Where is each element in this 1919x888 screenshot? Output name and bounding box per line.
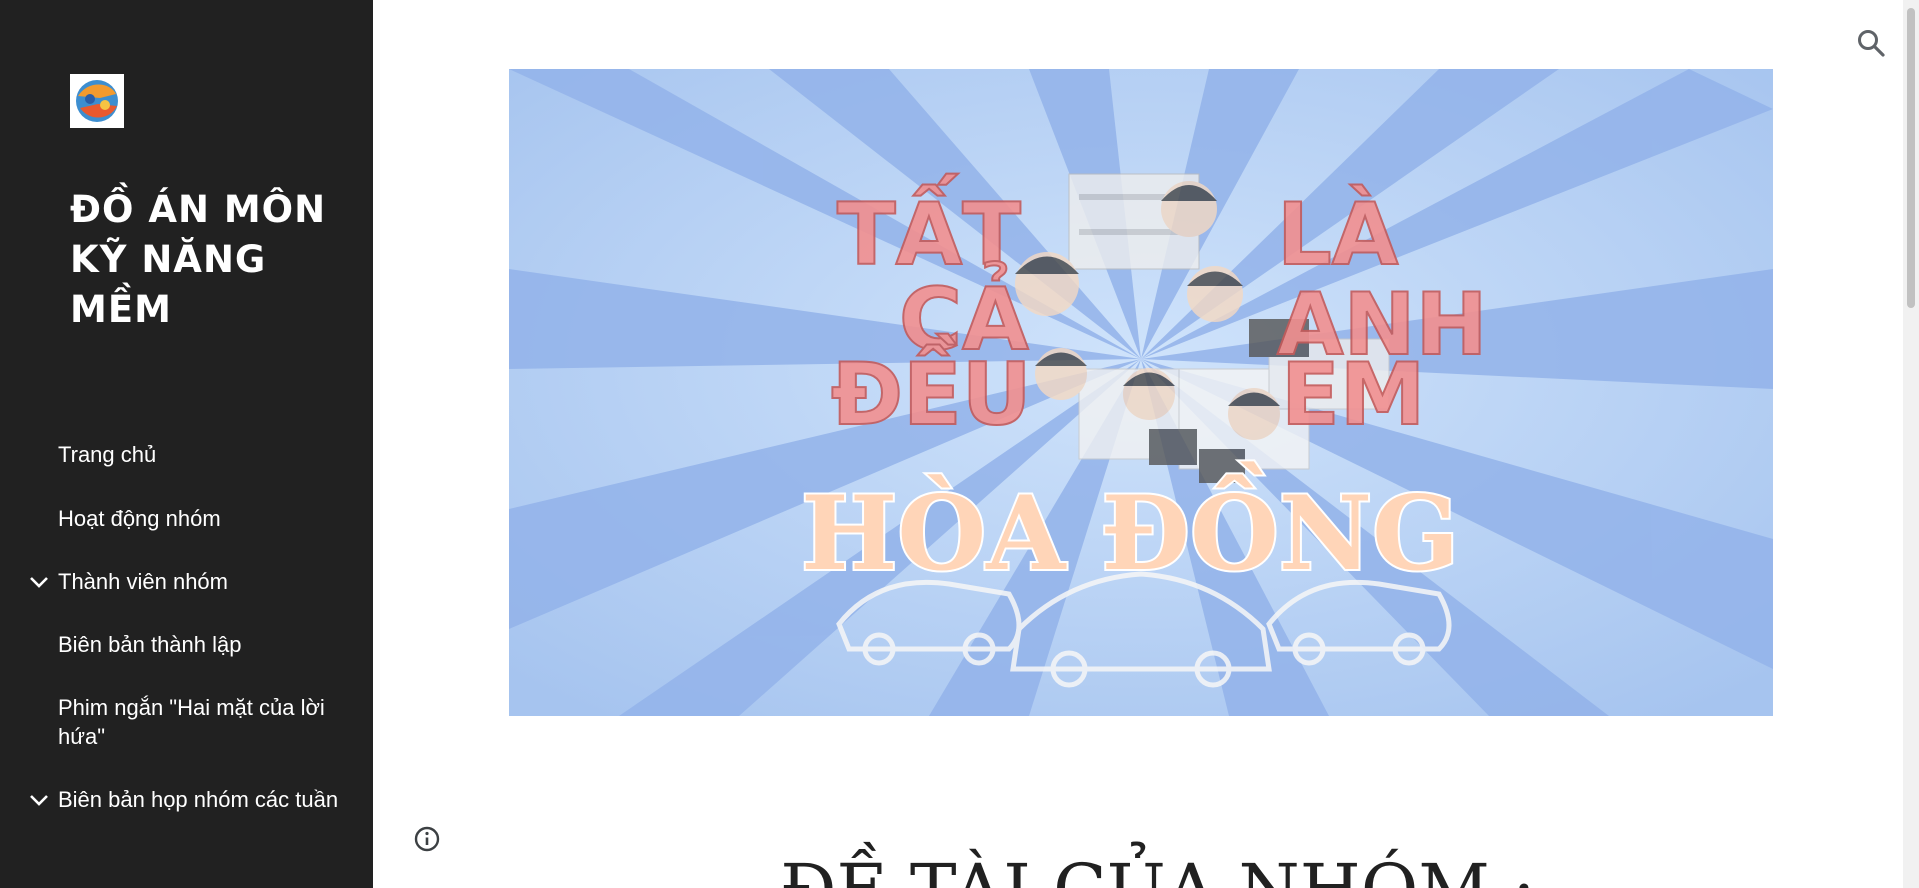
nav-item-label: Phim ngắn "Hai mặt của lời hứa" <box>58 695 325 749</box>
nav-item-bien-ban-hop-nhom[interactable]: Biên bản họp nhóm các tuần <box>0 785 373 814</box>
sidebar-nav: Trang chủ Hoạt động nhóm Thành viên nhóm… <box>0 440 373 814</box>
nav-item-hoat-dong-nhom[interactable]: Hoạt động nhóm <box>0 504 373 533</box>
nav-item-label: Trang chủ <box>58 442 157 467</box>
section-heading: ĐỀ TÀI CỦA NHÓM : <box>780 850 1680 888</box>
nav-item-label: Hoạt động nhóm <box>58 506 221 531</box>
nav-item-thanh-vien-nhom[interactable]: Thành viên nhóm <box>0 567 373 596</box>
site-title[interactable]: ĐỒ ÁN MÔN KỸ NĂNG MỀM <box>70 185 330 335</box>
banner-text-right-3: EM <box>1281 345 1425 445</box>
site-logo[interactable] <box>70 74 124 128</box>
group-logo-icon <box>70 74 124 128</box>
chevron-down-icon[interactable] <box>28 791 50 809</box>
search-icon[interactable] <box>1855 27 1887 59</box>
nav-item-bien-ban-thanh-lap[interactable]: Biên bản thành lập <box>0 630 373 659</box>
sidebar: ĐỒ ÁN MÔN KỸ NĂNG MỀM Trang chủ Hoạt độn… <box>0 0 373 888</box>
nav-item-label: Biên bản thành lập <box>58 632 242 657</box>
nav-item-trang-chu[interactable]: Trang chủ <box>0 440 373 469</box>
scrollbar-thumb[interactable] <box>1907 8 1915 308</box>
banner-image: TẤT CẢ ĐỀU LÀ ANH EM HÒA ĐỒNG <box>509 69 1773 716</box>
nav-item-label: Biên bản họp nhóm các tuần <box>58 787 339 812</box>
nav-item-phim-ngan[interactable]: Phim ngắn "Hai mặt của lời hứa" <box>0 693 373 751</box>
info-icon[interactable] <box>413 825 441 853</box>
nav-item-label: Thành viên nhóm <box>58 569 228 594</box>
chevron-down-icon[interactable] <box>28 573 50 591</box>
banner-text-left-3: ĐỀU <box>831 334 1032 445</box>
banner-text-right-1: LÀ <box>1277 185 1399 285</box>
banner-illustration: TẤT CẢ ĐỀU LÀ ANH EM HÒA ĐỒNG <box>509 69 1773 716</box>
banner-text-left-1: TẤT <box>837 173 1021 285</box>
page-scrollbar[interactable] <box>1903 0 1919 888</box>
